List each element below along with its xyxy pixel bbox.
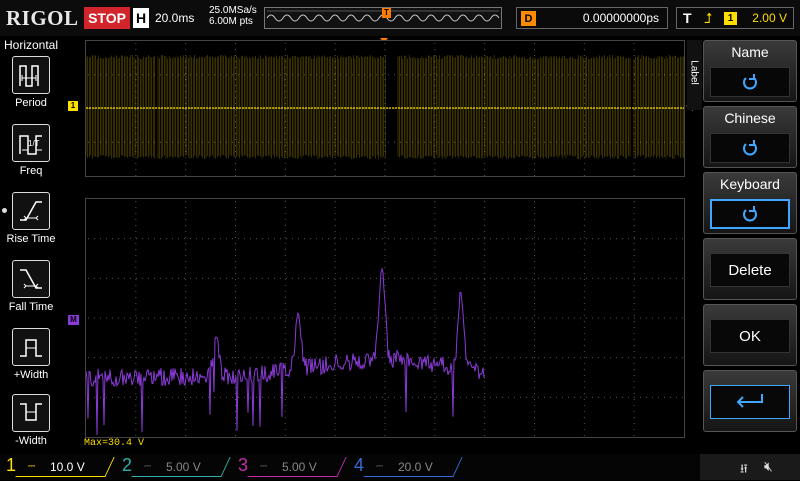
delay-value: 0.00000000ps [583, 11, 659, 25]
delay-box[interactable]: D 0.00000000ps [516, 7, 668, 29]
math-waveform-window[interactable] [85, 198, 685, 438]
menu-keyboard[interactable]: Keyboard [703, 172, 797, 234]
menu-keyboard-label: Keyboard [704, 176, 796, 192]
channel-bar: 1 ⎓ 10.0 V 2 ⎓ 5.00 V 3 ⎓ 5.00 V 4 ⎓ 20.… [0, 454, 800, 480]
frequency-icon: 1/T [12, 124, 50, 162]
channel2-box[interactable]: 2 ⎓ 5.00 V [116, 455, 232, 479]
channel4-box[interactable]: 4 ⎓ 20.0 V [348, 455, 464, 479]
timebase-letter: H [133, 8, 149, 28]
trigger-position-marker: T [382, 8, 391, 18]
speaker-muted-icon[interactable]: 🔇︎ [764, 458, 773, 475]
status-area [700, 454, 800, 480]
brand-logo: RIGOL [6, 6, 79, 31]
channel1-box[interactable]: 1 ⎓ 10.0 V [0, 455, 116, 479]
menu-name-label: Name [704, 44, 796, 60]
panel-title: Horizontal [0, 38, 62, 52]
acquisition-info: 25.0MSa/s 6.00M pts [209, 5, 257, 27]
measure-rise-time[interactable]: Rise Time [0, 192, 62, 254]
menu-ok[interactable]: OK [703, 304, 797, 366]
channel3-number: 3 [238, 455, 248, 476]
math-offset-marker[interactable]: M [68, 315, 79, 325]
measure-period-label: Period [0, 97, 62, 109]
memory-overview-bar[interactable]: T [264, 7, 502, 29]
channel3-scale: 5.00 V [282, 460, 317, 474]
usb-icon: ⭿ [740, 460, 748, 481]
timebase-scale: 20.0ms [155, 11, 194, 25]
measure-negative-width-label: -Width [0, 435, 62, 447]
menu-side-tab: Label [687, 40, 702, 110]
knob-icon [710, 133, 790, 163]
knob-icon [710, 67, 790, 97]
math-max-readout: Max=30.4 V [84, 438, 144, 449]
svg-text:1/T: 1/T [28, 139, 40, 148]
delay-letter: D [521, 11, 536, 26]
menu-delete-label: Delete [710, 253, 790, 287]
memory-depth: 6.00M pts [209, 16, 257, 27]
measure-frequency-label: Freq [0, 165, 62, 177]
menu-name[interactable]: Name [703, 40, 797, 102]
rise-time-icon [12, 192, 50, 230]
trigger-level: 2.00 V [752, 11, 787, 25]
trigger-letter: T [683, 10, 692, 26]
measure-negative-width[interactable]: -Width [0, 394, 62, 456]
rising-edge-icon: ⮥ [704, 10, 712, 27]
trigger-source: 1 [724, 12, 737, 25]
channel4-scale: 20.0 V [398, 460, 433, 474]
trigger-box[interactable]: T ⮥ 1 2.00 V [676, 7, 794, 29]
channel1-waveform [86, 41, 684, 176]
menu-chinese[interactable]: Chinese [703, 106, 797, 168]
timebase-box[interactable]: H 20.0ms [133, 7, 203, 29]
menu-chinese-label: Chinese [704, 110, 796, 126]
menu-return[interactable] [703, 370, 797, 432]
knob-icon [710, 199, 790, 229]
channel3-box[interactable]: 3 ⎓ 5.00 V [232, 455, 348, 479]
measure-fall-time-label: Fall Time [0, 301, 62, 313]
dc-coupling-icon: ⎓ [144, 461, 151, 472]
status-bar: RIGOL STOP H 20.0ms 25.0MSa/s 6.00M pts … [0, 0, 800, 36]
math-fft-waveform [86, 199, 684, 437]
measure-rise-time-label: Rise Time [0, 233, 62, 245]
measure-positive-width-label: +Width [0, 369, 62, 381]
positive-width-icon [12, 328, 50, 366]
channel1-offset-marker[interactable]: 1 [68, 101, 78, 111]
dc-coupling-icon: ⎓ [376, 461, 383, 472]
fall-time-icon [12, 260, 50, 298]
dc-coupling-icon: ⎓ [28, 461, 35, 472]
channel4-number: 4 [354, 455, 364, 476]
menu-side-tab-label: Label [689, 50, 700, 96]
channel1-scale: 10.0 V [50, 460, 85, 474]
channel1-number: 1 [6, 455, 16, 476]
menu-ok-label: OK [710, 319, 790, 353]
measure-positive-width[interactable]: +Width [0, 328, 62, 390]
channel2-number: 2 [122, 455, 132, 476]
measure-fall-time[interactable]: Fall Time [0, 260, 62, 322]
period-icon [12, 56, 50, 94]
menu-delete[interactable]: Delete [703, 238, 797, 300]
measure-period[interactable]: Period [0, 56, 62, 118]
sample-rate: 25.0MSa/s [209, 5, 257, 16]
horizontal-measure-panel: Horizontal Period 1/T Freq Rise Time Fal… [0, 36, 62, 454]
return-arrow-icon [710, 385, 790, 419]
negative-width-icon [12, 394, 50, 432]
dc-coupling-icon: ⎓ [260, 461, 267, 472]
run-stop-status[interactable]: STOP [84, 7, 130, 29]
channel2-scale: 5.00 V [166, 460, 201, 474]
channel1-waveform-window[interactable] [85, 40, 685, 177]
measure-frequency[interactable]: 1/T Freq [0, 124, 62, 186]
